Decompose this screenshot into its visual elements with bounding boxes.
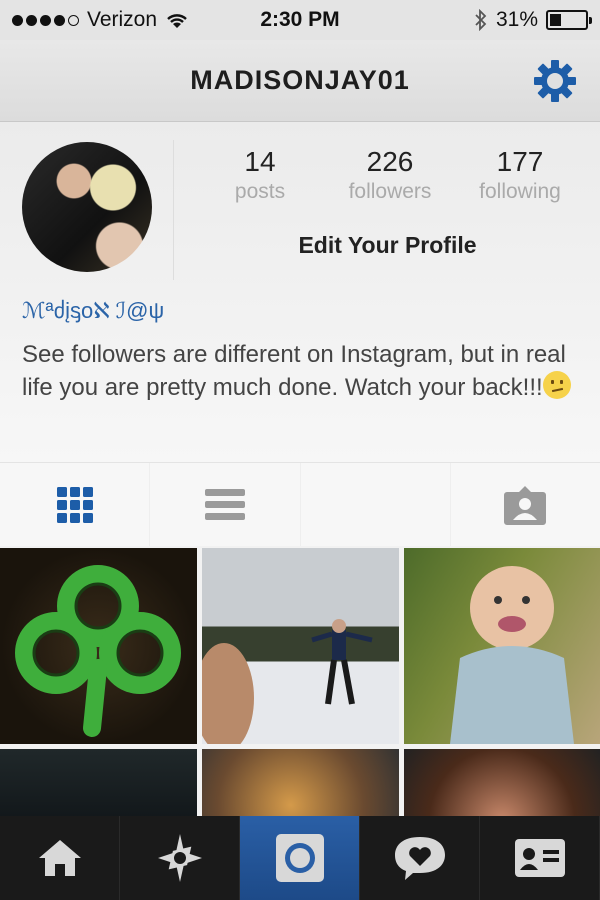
page-title: MADISONJAY01 xyxy=(190,65,410,95)
tab-activity[interactable] xyxy=(360,816,480,900)
battery-percent: 31% xyxy=(495,8,538,31)
stat-posts[interactable]: 14 posts xyxy=(195,146,325,204)
profile-icon xyxy=(514,839,565,877)
tab-tagged[interactable] xyxy=(451,463,600,546)
bio: See followers are different on Instagram… xyxy=(22,338,582,404)
photo-thumbnail[interactable] xyxy=(0,749,197,816)
stat-label: following xyxy=(479,180,561,203)
bio-text: See followers are different on Instagram… xyxy=(22,341,566,401)
tagged-photos-icon xyxy=(504,485,547,525)
stat-followers[interactable]: 226 followers xyxy=(325,146,455,204)
display-name: ℳªძįᶊoℵ ℐ@ψ xyxy=(22,298,165,323)
activity-icon xyxy=(394,837,445,880)
home-icon xyxy=(38,840,81,876)
gear-icon[interactable] xyxy=(532,58,578,104)
view-tabs xyxy=(0,462,600,546)
confused-face-icon xyxy=(542,371,571,399)
camera-icon xyxy=(275,834,324,882)
grid-icon xyxy=(56,486,93,523)
profile-stats: 14 posts 226 followers 177 following xyxy=(195,146,585,204)
snow-scene-image xyxy=(202,619,373,744)
carrier-label: Verizon xyxy=(87,8,158,31)
stat-following[interactable]: 177 following xyxy=(455,146,585,204)
stat-number: 226 xyxy=(366,146,414,177)
signal-strength-icon xyxy=(12,14,79,26)
photo-thumbnail[interactable] xyxy=(0,548,197,744)
stat-label: followers xyxy=(348,180,432,203)
baby-photo-image xyxy=(450,566,574,744)
tab-list[interactable] xyxy=(150,463,301,546)
profile-header: 14 posts 226 followers 177 following Edi… xyxy=(0,122,600,462)
avatar[interactable] xyxy=(22,142,152,272)
map-icon xyxy=(357,487,393,523)
photo-thumbnail[interactable] xyxy=(202,749,399,816)
stat-label: posts xyxy=(234,180,286,203)
explore-icon xyxy=(157,834,202,882)
edit-profile-button[interactable]: Edit Your Profile xyxy=(195,224,580,266)
stat-number: 177 xyxy=(496,146,544,177)
tab-map[interactable] xyxy=(301,463,451,546)
status-bar: Verizon 2:30 PM 31% xyxy=(0,0,600,40)
status-right: 31% xyxy=(474,8,592,32)
stat-number: 14 xyxy=(244,146,276,177)
photo-thumbnail[interactable] xyxy=(404,749,600,816)
battery-icon xyxy=(546,10,592,30)
celtic-shamrock-image xyxy=(15,565,181,737)
tab-grid[interactable] xyxy=(0,463,151,546)
bottom-tab-bar xyxy=(0,816,600,900)
photo-thumbnail[interactable] xyxy=(404,548,600,744)
photo-thumbnail[interactable] xyxy=(202,548,399,744)
photo-grid xyxy=(0,546,600,816)
tab-profile[interactable] xyxy=(480,816,600,900)
tab-camera[interactable] xyxy=(240,816,360,900)
nav-bar: MADISONJAY01 xyxy=(0,40,600,122)
list-icon xyxy=(204,488,245,520)
status-left: Verizon xyxy=(12,8,189,32)
divider xyxy=(173,140,174,280)
tab-home[interactable] xyxy=(0,816,120,900)
tab-explore[interactable] xyxy=(120,816,240,900)
wifi-icon xyxy=(167,14,187,28)
bluetooth-icon xyxy=(475,9,487,31)
